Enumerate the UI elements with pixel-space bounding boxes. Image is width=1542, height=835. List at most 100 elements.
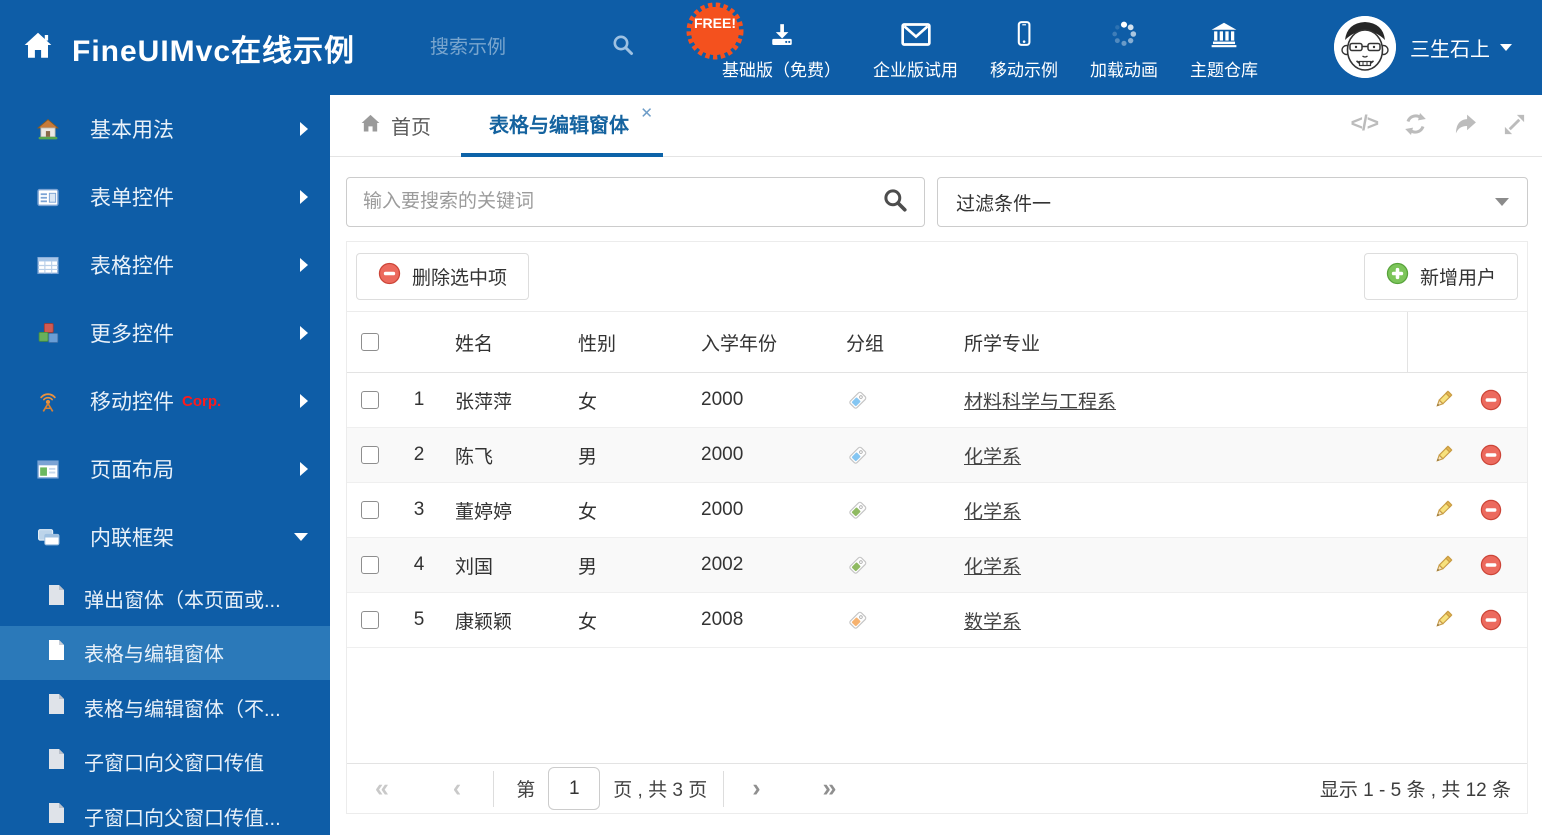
chevron-down-icon <box>294 533 308 541</box>
file-icon <box>46 748 66 776</box>
nav-item-mobile-demo[interactable]: 移动示例 <box>974 0 1074 95</box>
col-header-name: 姓名 <box>455 333 494 355</box>
delete-icon[interactable] <box>1480 609 1502 631</box>
row-index: 3 <box>413 499 425 520</box>
search-icon[interactable] <box>882 187 908 218</box>
sidebar-item-grid-controls[interactable]: 表格控件 <box>0 231 330 299</box>
envelope-icon <box>900 14 932 48</box>
table-icon <box>36 253 62 277</box>
nav-item-enterprise-trial[interactable]: 企业版试用 <box>857 0 974 95</box>
cell-gender: 女 <box>578 611 598 633</box>
last-page-button[interactable]: » <box>823 776 837 801</box>
user-grid-panel: 删除选中项 新增用户 姓名 性别 入学年份 分组 所学专业 1 张萍萍 女 20… <box>346 241 1528 814</box>
row-checkbox[interactable] <box>361 556 379 574</box>
user-name: 三生石上 <box>1410 39 1490 61</box>
sidebar-subitem-child-to-parent[interactable]: 子窗口向父窗口传值 <box>0 735 330 790</box>
refresh-icon[interactable] <box>1403 112 1428 136</box>
edit-icon[interactable] <box>1432 554 1454 576</box>
cell-name: 董婷婷 <box>455 501 513 523</box>
sidebar-subitem-grid-edit-window[interactable]: 表格与编辑窗体 <box>0 625 330 680</box>
nav-item-loading-animation[interactable]: 加载动画 <box>1074 0 1174 95</box>
row-checkbox[interactable] <box>361 611 379 629</box>
sidebar-subitem-grid-edit-window-2[interactable]: 表格与编辑窗体（不... <box>0 680 330 735</box>
cell-group <box>836 444 954 467</box>
nav-item-theme-repo[interactable]: 主题仓库 <box>1174 0 1274 95</box>
header-nav: 基础版（免费） 企业版试用 移动示例 加载动画 主题仓库 <box>706 0 1274 95</box>
tag-icon <box>849 501 867 519</box>
sidebar-subitem-child-to-parent-2[interactable]: 子窗口向父窗口传值... <box>0 789 330 835</box>
sidebar-item-page-layout[interactable]: 页面布局 <box>0 435 330 503</box>
header-search-input[interactable] <box>430 36 570 59</box>
sidebar-item-form-controls[interactable]: 表单控件 <box>0 163 330 231</box>
pagination-bar: « ‹ 第 页 , 共 3 页 › » 显示 1 - 5 条 , 共 12 条 <box>347 763 1527 813</box>
sidebar-item-label: 页面布局 <box>90 459 174 482</box>
add-user-button[interactable]: 新增用户 <box>1363 253 1518 300</box>
edit-icon[interactable] <box>1432 444 1454 466</box>
sidebar-item-iframe[interactable]: 内联框架 <box>0 503 330 571</box>
edit-icon[interactable] <box>1432 609 1454 631</box>
cell-major-link[interactable]: 化学系 <box>964 502 1021 523</box>
row-index: 5 <box>413 609 425 630</box>
row-checkbox[interactable] <box>361 446 379 464</box>
delete-icon[interactable] <box>1480 389 1502 411</box>
edit-icon[interactable] <box>1432 389 1454 411</box>
chevron-right-icon <box>300 258 308 272</box>
next-page-button[interactable]: › <box>752 776 760 801</box>
first-page-button[interactable]: « <box>375 776 389 801</box>
row-index: 2 <box>413 444 425 465</box>
brand[interactable]: FineUIMvc在线示例 <box>22 0 355 95</box>
avatar[interactable] <box>1334 16 1396 78</box>
tag-icon <box>849 391 867 409</box>
download-icon <box>767 14 797 48</box>
page-total-text: 页 , 共 3 页 <box>613 780 708 801</box>
file-icon <box>46 639 66 667</box>
sidebar-item-label: 基本用法 <box>90 119 174 142</box>
sidebar-item-basic-usage[interactable]: 基本用法 <box>0 95 330 163</box>
source-code-icon[interactable]: </> <box>1351 112 1379 136</box>
sidebar-subitem-popup-window[interactable]: 弹出窗体（本页面或... <box>0 571 330 626</box>
expand-icon[interactable] <box>1503 113 1526 136</box>
nav-item-label: 加载动画 <box>1090 61 1158 80</box>
delete-icon[interactable] <box>1480 499 1502 521</box>
tab-active-label: 表格与编辑窗体 <box>489 115 629 137</box>
cell-major-link[interactable]: 材料科学与工程系 <box>964 392 1116 413</box>
row-index: 1 <box>413 389 425 410</box>
edit-icon[interactable] <box>1432 499 1454 521</box>
chevron-down-icon <box>1500 44 1512 51</box>
sidebar-item-mobile-controls[interactable]: 移动控件 Corp. <box>0 367 330 435</box>
nav-item-label: 主题仓库 <box>1190 61 1258 80</box>
delete-icon[interactable] <box>1480 444 1502 466</box>
filter-dropdown[interactable]: 过滤条件一 <box>937 177 1528 227</box>
tag-icon <box>849 556 867 574</box>
keyword-search-box[interactable] <box>346 177 925 227</box>
chevron-right-icon <box>300 462 308 476</box>
cell-gender: 女 <box>578 391 598 413</box>
sidebar-item-more-controls[interactable]: 更多控件 <box>0 299 330 367</box>
tab-bar: 首页 表格与编辑窗体 ✕ </> <box>330 95 1542 157</box>
tab-grid-edit-window[interactable]: 表格与编辑窗体 ✕ <box>461 95 663 157</box>
keyword-search-input[interactable] <box>363 191 882 213</box>
delete-icon[interactable] <box>1480 554 1502 576</box>
sidebar-item-label: 表单控件 <box>90 187 174 210</box>
row-checkbox[interactable] <box>361 501 379 519</box>
chevron-right-icon <box>300 190 308 204</box>
cell-major-link[interactable]: 数学系 <box>964 612 1021 633</box>
cell-major-link[interactable]: 化学系 <box>964 447 1021 468</box>
prev-page-button[interactable]: ‹ <box>453 776 461 801</box>
row-checkbox[interactable] <box>361 391 379 409</box>
cell-major-link[interactable]: 化学系 <box>964 557 1021 578</box>
sidebar-item-label: 内联框架 <box>90 527 174 550</box>
sidebar-item-label: 移动控件 <box>90 391 174 414</box>
page-number-input[interactable] <box>548 767 601 810</box>
select-all-checkbox[interactable] <box>361 333 379 351</box>
share-icon[interactable] <box>1453 113 1478 136</box>
tab-home[interactable]: 首页 <box>360 111 431 140</box>
col-header-major: 所学专业 <box>964 333 1041 355</box>
user-menu[interactable]: 三生石上 <box>1410 0 1512 95</box>
filter-dropdown-value: 过滤条件一 <box>956 193 1052 215</box>
search-icon[interactable] <box>611 33 635 62</box>
close-icon[interactable]: ✕ <box>640 104 653 122</box>
cell-gender: 男 <box>578 556 598 578</box>
record-count-info: 显示 1 - 5 条 , 共 12 条 <box>1319 780 1511 801</box>
delete-selected-button[interactable]: 删除选中项 <box>356 253 530 300</box>
